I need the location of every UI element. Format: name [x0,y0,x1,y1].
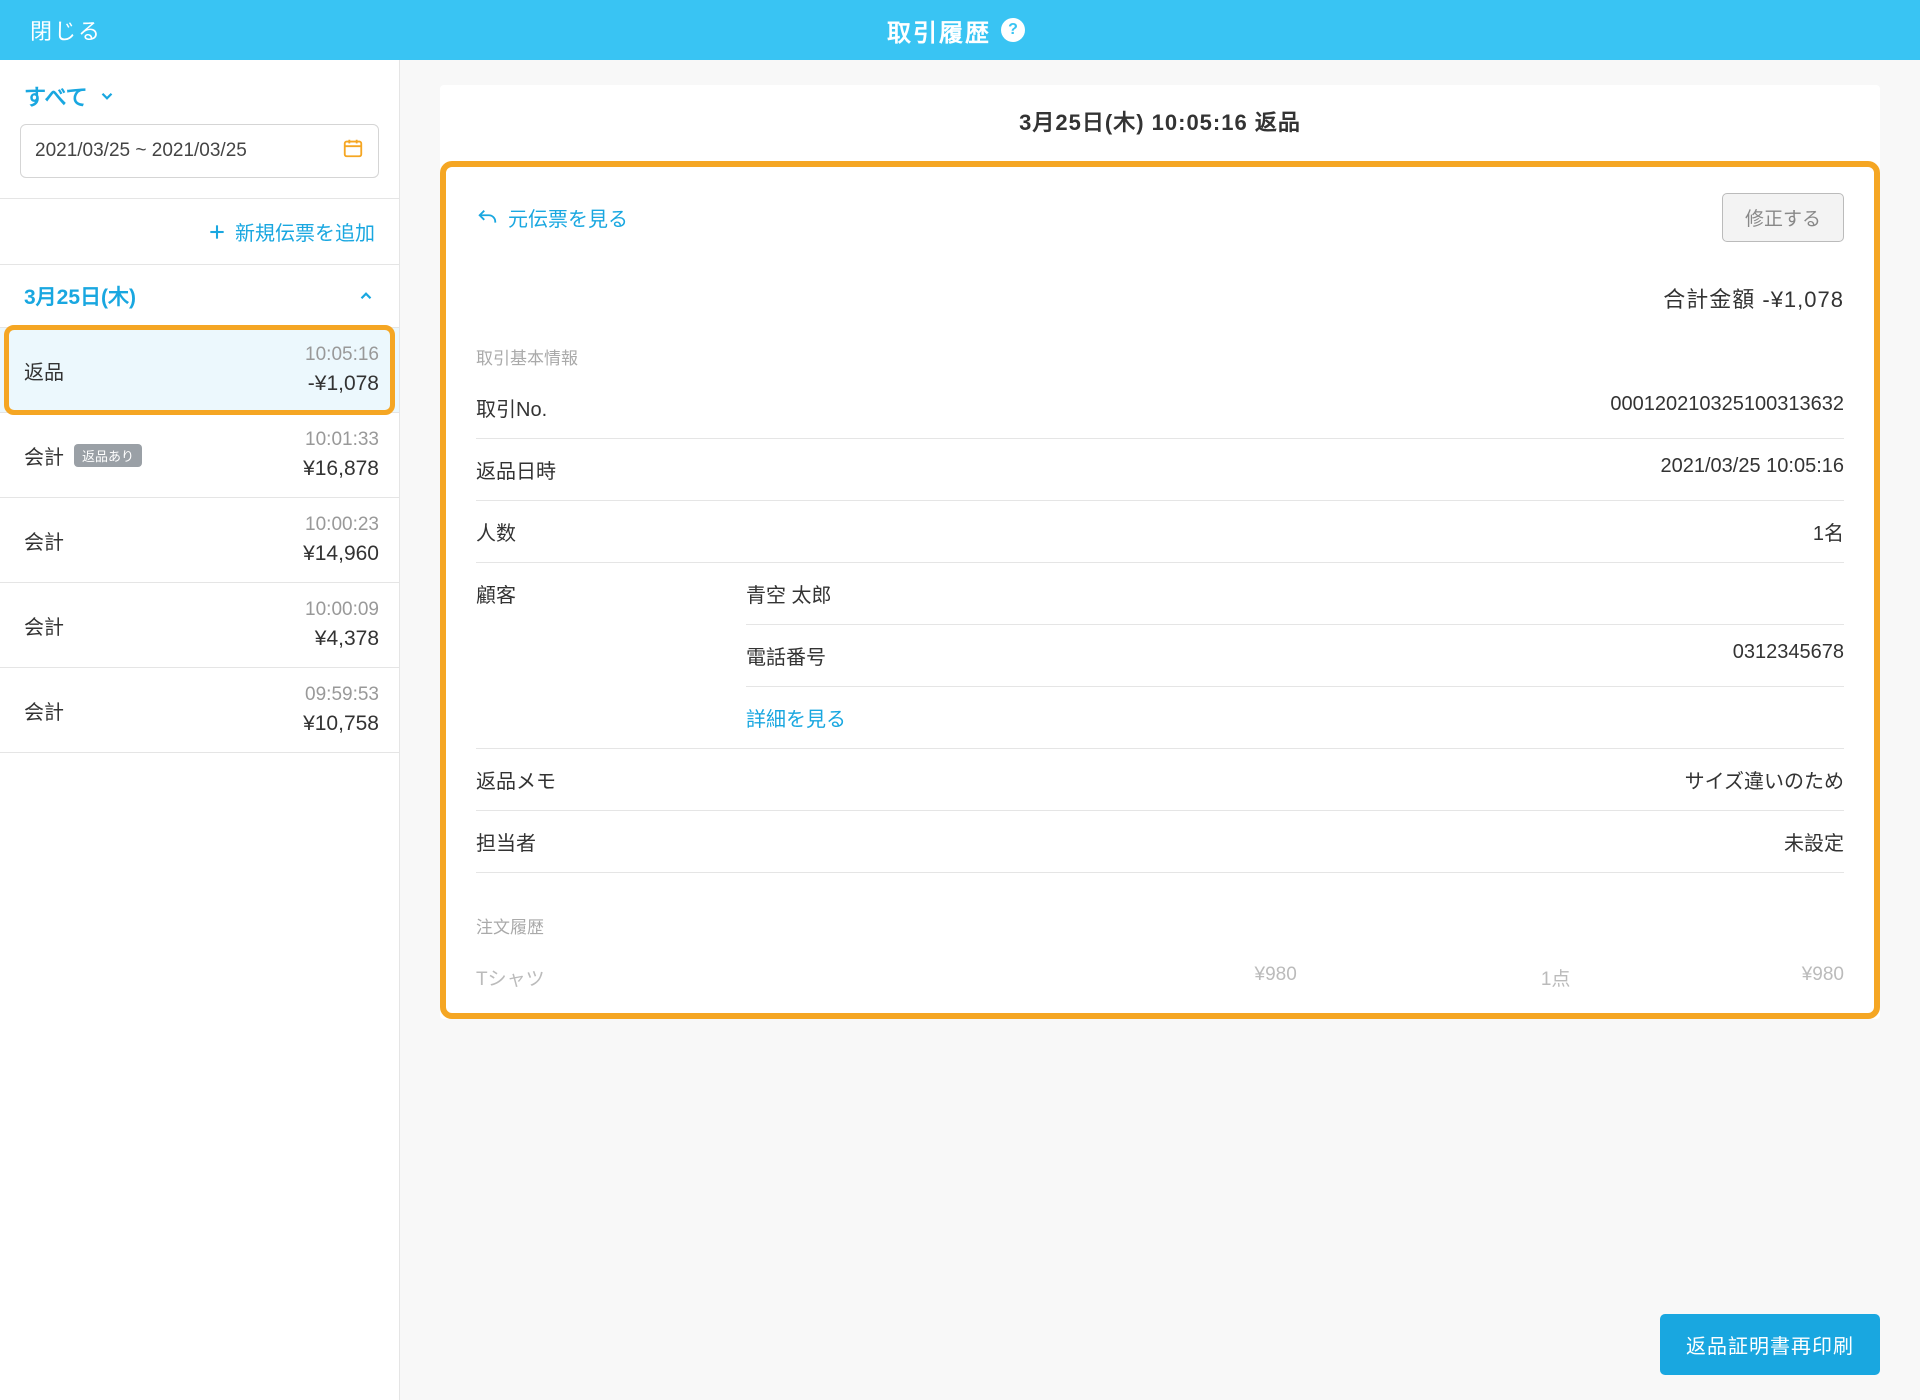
content-area: 3月25日(木) 10:05:16 返品 元伝票を見る 修正する 合計金額 -¥… [400,60,1920,1400]
transaction-type: 会計 [24,611,64,640]
add-slip-label: 新規伝票を追加 [235,217,375,246]
filter-label: すべて [24,80,88,112]
transaction-time: 10:00:23 [303,514,379,536]
transaction-item[interactable]: 会計 10:00:09 ¥4,378 [0,583,399,668]
row-people: 人数 1名 [476,501,1844,563]
detail-title: 3月25日(木) 10:05:16 返品 [440,85,1880,161]
return-arrow-icon [476,207,498,229]
view-original-slip-link[interactable]: 元伝票を見る [476,203,628,232]
transaction-item[interactable]: 会計返品あり 10:01:33 ¥16,878 [0,413,399,498]
transaction-amount: ¥10,758 [303,712,379,736]
transaction-time: 09:59:53 [303,684,379,706]
section-order-label: 注文履歴 [476,913,1844,938]
date-range-text: 2021/03/25 ~ 2021/03/25 [35,140,247,162]
return-badge: 返品あり [74,444,142,467]
total-line: 合計金額 -¥1,078 [476,282,1844,314]
transaction-type: 会計 [24,441,64,470]
transaction-amount: -¥1,078 [305,372,379,396]
add-slip-button[interactable]: 新規伝票を追加 [0,199,399,264]
sidebar: すべて 2021/03/25 ~ 2021/03/25 新規伝票を追加 3月25… [0,60,400,1400]
transaction-item[interactable]: 会計 09:59:53 ¥10,758 [0,668,399,753]
customer-details-link[interactable]: 詳細を見る [746,687,1844,748]
close-button[interactable]: 閉じる [30,14,102,46]
transaction-type: 会計 [24,696,64,725]
order-history-section: 注文履歴 Tシャツ ¥980 1点 ¥980 [476,913,1844,1003]
detail-card: 元伝票を見る 修正する 合計金額 -¥1,078 取引基本情報 取引No. 00… [440,161,1880,1019]
reprint-return-receipt-button[interactable]: 返品証明書再印刷 [1660,1314,1880,1375]
view-original-label: 元伝票を見る [508,203,628,232]
chevron-up-icon [357,287,375,305]
transaction-type: 返品 [24,356,64,385]
row-memo: 返品メモ サイズ違いのため [476,749,1844,811]
transaction-item[interactable]: 返品 10:05:16 -¥1,078 [0,328,399,413]
row-phone: 電話番号 0312345678 [746,625,1844,687]
chevron-down-icon [98,87,116,105]
page-title: 取引履歴 [887,13,991,48]
date-header-label: 3月25日(木) [24,281,136,311]
help-icon[interactable]: ? [1001,18,1025,42]
row-txn-no: 取引No. 000120210325100313632 [476,377,1844,439]
edit-button[interactable]: 修正する [1722,193,1844,242]
transaction-amount: ¥4,378 [305,627,379,651]
plus-icon [207,222,227,242]
filter-dropdown[interactable]: すべて [0,60,399,124]
transaction-amount: ¥16,878 [303,457,379,481]
transaction-item[interactable]: 会計 10:00:23 ¥14,960 [0,498,399,583]
row-return-datetime: 返品日時 2021/03/25 10:05:16 [476,439,1844,501]
transaction-time: 10:01:33 [303,429,379,451]
topbar: 閉じる 取引履歴 ? [0,0,1920,60]
date-header[interactable]: 3月25日(木) [0,265,399,328]
date-range-picker[interactable]: 2021/03/25 ~ 2021/03/25 [20,124,379,178]
calendar-icon [342,137,364,165]
transaction-list: 返品10:05:16-¥1,078会計返品あり10:01:33¥16,878会計… [0,328,399,753]
transaction-time: 10:05:16 [305,344,379,366]
order-line: Tシャツ ¥980 1点 ¥980 [476,952,1844,1003]
section-basic-label: 取引基本情報 [476,344,1844,369]
row-customer: 顧客 青空 太郎 [476,563,1844,608]
row-staff: 担当者 未設定 [476,811,1844,873]
transaction-type: 会計 [24,526,64,555]
transaction-amount: ¥14,960 [303,542,379,566]
transaction-time: 10:00:09 [305,599,379,621]
